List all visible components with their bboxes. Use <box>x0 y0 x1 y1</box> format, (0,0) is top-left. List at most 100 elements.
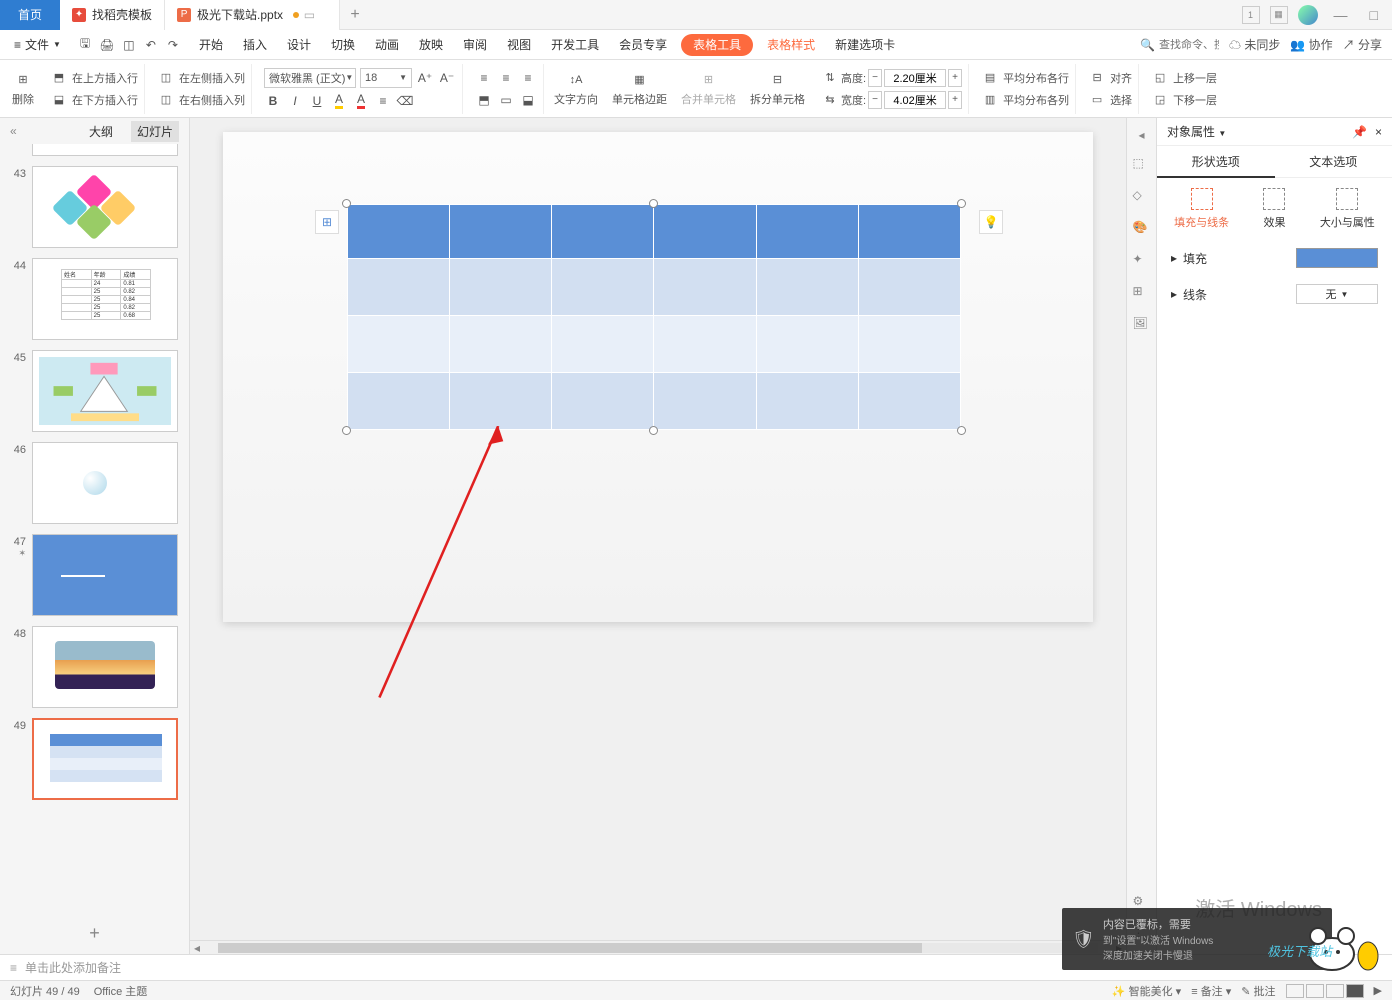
effects-tab[interactable]: 效果 <box>1263 188 1285 230</box>
notes-expand-icon[interactable]: ≡ <box>10 961 17 975</box>
bold-button[interactable]: B <box>264 92 282 110</box>
align-center-icon[interactable]: ≡ <box>497 69 515 87</box>
search-input[interactable] <box>1159 39 1219 51</box>
slide-thumb-42[interactable] <box>32 144 178 156</box>
expand-icon[interactable]: ▸ <box>1171 287 1177 301</box>
play-icon[interactable]: ▶ <box>1374 984 1382 997</box>
image-tool-icon[interactable]: 🖼 <box>1133 316 1151 334</box>
normal-view-icon[interactable] <box>1286 984 1304 998</box>
increase-font-icon[interactable]: A⁺ <box>416 69 434 87</box>
grid-icon[interactable]: ▦ <box>1270 6 1288 24</box>
dist-rows-button[interactable]: ▤平均分布各行 <box>981 69 1069 87</box>
slide-thumb-47[interactable] <box>32 534 178 616</box>
reading-view-icon[interactable] <box>1326 984 1344 998</box>
menu-table-style[interactable]: 表格样式 <box>757 30 825 60</box>
notes-button[interactable]: ≡ 备注 ▾ <box>1191 983 1231 999</box>
search-box[interactable]: 🔍 <box>1140 38 1219 52</box>
select-button[interactable]: ▭选择 <box>1088 91 1132 109</box>
coop-button[interactable]: 👥 协作 <box>1290 36 1332 53</box>
canvas-scroll[interactable]: ⊞ 💡 <box>190 118 1126 940</box>
style-tool-icon[interactable]: 🎨 <box>1133 220 1151 238</box>
shape-tool-icon[interactable]: ◇ <box>1133 188 1151 206</box>
undo-icon[interactable]: ↶ <box>143 37 159 53</box>
resize-handle-ne[interactable] <box>957 199 966 208</box>
resize-handle-se[interactable] <box>957 426 966 435</box>
add-slide-button[interactable]: + <box>0 913 189 954</box>
file-menu[interactable]: ≡ 文件 ▼ <box>6 34 69 56</box>
text-options-tab[interactable]: 文本选项 <box>1275 146 1392 178</box>
align-left-icon[interactable]: ≡ <box>475 69 493 87</box>
fill-property[interactable]: ▸填充 <box>1157 240 1392 276</box>
menu-design[interactable]: 设计 <box>277 30 321 60</box>
slide-canvas[interactable]: ⊞ 💡 <box>223 132 1093 622</box>
align-right-icon[interactable]: ≡ <box>519 69 537 87</box>
menu-new-tab[interactable]: 新建选项卡 <box>825 30 905 60</box>
preview-icon[interactable]: ◫ <box>121 37 137 53</box>
slides-tab[interactable]: 幻灯片 <box>131 121 179 142</box>
menu-vip[interactable]: 会员专享 <box>609 30 677 60</box>
font-size-select[interactable]: 18▼ <box>360 68 412 88</box>
width-input[interactable] <box>884 91 946 109</box>
send-backward-button[interactable]: ◲下移一层 <box>1151 91 1217 109</box>
menu-devtools[interactable]: 开发工具 <box>541 30 609 60</box>
menu-view[interactable]: 视图 <box>497 30 541 60</box>
menu-transition[interactable]: 切换 <box>321 30 365 60</box>
slide-thumb-48[interactable] <box>32 626 178 708</box>
animation-tool-icon[interactable]: ✦ <box>1133 252 1151 270</box>
resize-handle-s[interactable] <box>649 426 658 435</box>
height-dec[interactable]: − <box>868 69 882 87</box>
sync-button[interactable]: ☁ 未同步 <box>1229 36 1280 53</box>
fill-color-swatch[interactable] <box>1296 248 1378 268</box>
line-spacing-button[interactable]: ≡ <box>374 92 392 110</box>
slideshow-view-icon[interactable] <box>1346 984 1364 998</box>
insert-col-left[interactable]: ◫在左侧插入列 <box>157 69 245 87</box>
valign-mid-icon[interactable]: ▭ <box>497 91 515 109</box>
insert-row-above[interactable]: ⬒在上方插入行 <box>50 69 138 87</box>
sorter-view-icon[interactable] <box>1306 984 1324 998</box>
height-inc[interactable]: + <box>948 69 962 87</box>
beautify-button[interactable]: ✨ 智能美化 ▾ <box>1112 983 1181 999</box>
print-icon[interactable]: 🖨 <box>99 37 115 53</box>
tab-menu-icon[interactable]: ▭ <box>304 8 315 22</box>
table-options-button[interactable]: ⊞ <box>315 210 339 234</box>
horizontal-scrollbar[interactable]: ◂ ▸ <box>190 940 1126 954</box>
tab-home[interactable]: 首页 <box>0 0 60 30</box>
insert-row-below[interactable]: ⬓在下方插入行 <box>50 91 138 109</box>
text-direction-button[interactable]: ↕A 文字方向 <box>550 71 602 107</box>
tab-template[interactable]: ✦ 找稻壳模板 <box>60 0 165 30</box>
thumbnails-list[interactable]: 43 44 姓名年龄成绩240.81250.82250.84250.82250.… <box>0 144 189 913</box>
shape-options-tab[interactable]: 形状选项 <box>1157 146 1275 178</box>
hscroll-thumb[interactable] <box>218 943 922 953</box>
decrease-font-icon[interactable]: A⁻ <box>438 69 456 87</box>
scroll-left-icon[interactable]: ◂ <box>190 941 204 955</box>
select-tool-icon[interactable]: ⬚ <box>1133 156 1151 174</box>
tab-document[interactable]: P 极光下载站.pptx ▭ <box>165 0 340 30</box>
expand-icon[interactable]: ▸ <box>1171 251 1177 265</box>
menu-start[interactable]: 开始 <box>189 30 233 60</box>
line-property[interactable]: ▸线条 无 ▼ <box>1157 276 1392 312</box>
notes-placeholder[interactable]: 单击此处添加备注 <box>25 959 121 976</box>
selected-table[interactable] <box>347 204 961 430</box>
size-props-tab[interactable]: 大小与属性 <box>1320 188 1375 230</box>
valign-top-icon[interactable]: ⬒ <box>475 91 493 109</box>
avatar[interactable] <box>1298 5 1318 25</box>
comment-button[interactable]: ✎ 批注 <box>1241 983 1275 999</box>
slide-thumb-49[interactable] <box>32 718 178 800</box>
menu-table-tools[interactable]: 表格工具 <box>681 34 753 56</box>
menu-review[interactable]: 审阅 <box>453 30 497 60</box>
highlight-button[interactable]: A <box>330 92 348 110</box>
redo-icon[interactable]: ↷ <box>165 37 181 53</box>
close-panel-icon[interactable]: × <box>1375 125 1382 139</box>
bring-forward-button[interactable]: ◱上移一层 <box>1151 69 1217 87</box>
font-select[interactable]: 微软雅黑 (正文)▼ <box>264 68 356 88</box>
dist-cols-button[interactable]: ▥平均分布各列 <box>981 91 1069 109</box>
resize-handle-nw[interactable] <box>342 199 351 208</box>
pin-icon[interactable]: 📌 <box>1352 125 1367 139</box>
panel-collapse-icon[interactable]: « <box>10 124 17 138</box>
line-select[interactable]: 无 ▼ <box>1296 284 1378 304</box>
slide-thumb-43[interactable] <box>32 166 178 248</box>
align-button[interactable]: ⊟对齐 <box>1088 69 1132 87</box>
resize-handle-n[interactable] <box>649 199 658 208</box>
share-button[interactable]: ↗ 分享 <box>1343 36 1382 53</box>
italic-button[interactable]: I <box>286 92 304 110</box>
